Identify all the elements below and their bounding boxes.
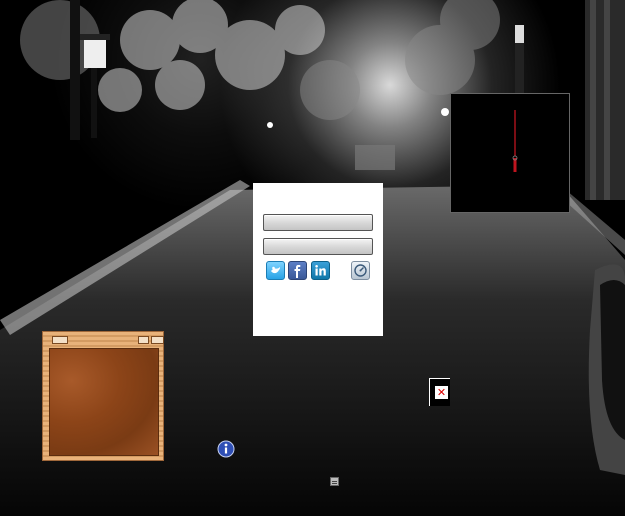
linkedin-icon[interactable] <box>311 261 330 280</box>
speedometer-icon[interactable] <box>351 261 370 280</box>
password-field[interactable] <box>263 238 373 255</box>
notes-close-button[interactable] <box>151 336 164 344</box>
notes-widget[interactable] <box>42 331 164 461</box>
tray-icon[interactable] <box>330 477 339 486</box>
facebook-icon[interactable] <box>288 261 307 280</box>
notes-minimize-button[interactable] <box>138 336 149 344</box>
broken-image-icon: ✕ <box>429 378 450 406</box>
login-widget <box>253 183 383 336</box>
info-icon[interactable] <box>217 440 235 458</box>
username-field[interactable] <box>263 214 373 231</box>
notes-area[interactable] <box>49 348 159 456</box>
twitter-icon[interactable] <box>266 261 285 280</box>
clock-face <box>512 110 518 172</box>
clock-widget[interactable] <box>450 93 570 213</box>
notes-menu-button[interactable] <box>52 336 68 344</box>
